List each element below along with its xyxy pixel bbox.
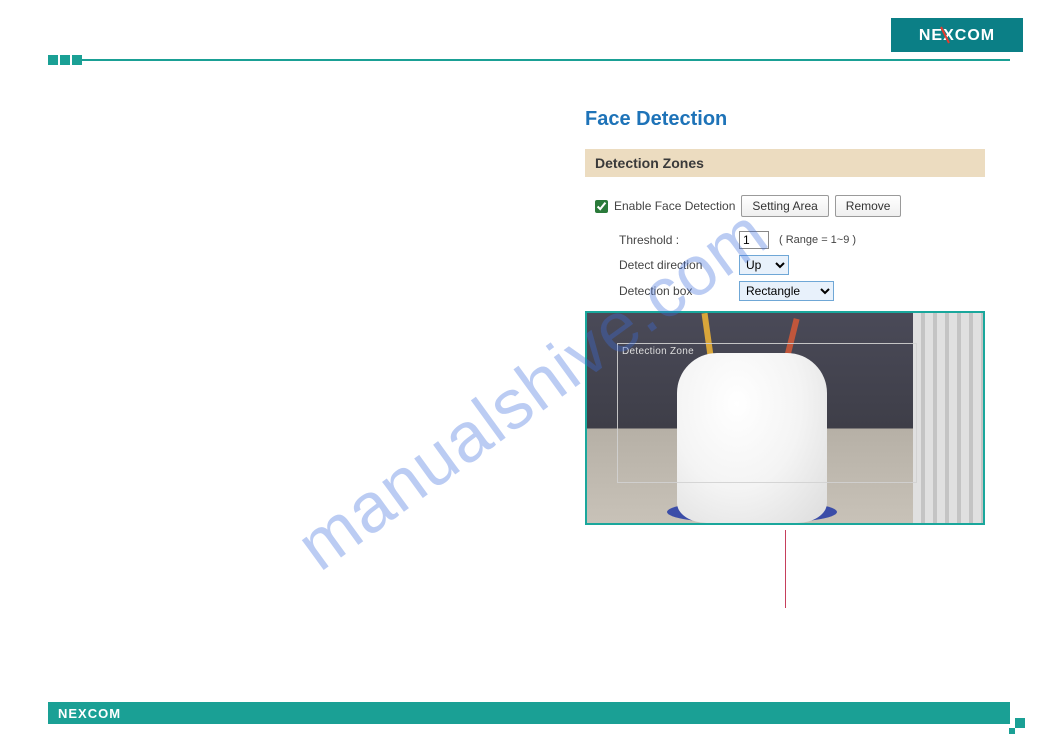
detection-box-label: Detection box: [619, 284, 739, 298]
threshold-input[interactable]: [739, 231, 769, 249]
remove-button[interactable]: Remove: [835, 195, 902, 217]
detection-box-select[interactable]: Rectangle: [739, 281, 834, 301]
brand-logo: NEXCOM: [891, 18, 1023, 52]
detection-zone-label: Detection Zone: [622, 346, 694, 357]
footer-decor: [1011, 718, 1025, 732]
threshold-row: Threshold : ( Range = 1~9 ): [619, 231, 1010, 249]
threshold-label: Threshold :: [619, 233, 739, 247]
decor-square: [48, 55, 58, 65]
header-rule: [80, 59, 1010, 61]
content-panel: Face Detection Detection Zones Enable Fa…: [585, 108, 1010, 525]
footer-bar: NEXCOM: [48, 702, 1010, 724]
decor-square: [1009, 728, 1015, 734]
page-title: Face Detection: [585, 108, 1010, 131]
detection-box-row: Detection box Rectangle: [619, 281, 1010, 301]
brand-text: NEXCOM: [919, 27, 995, 44]
enable-face-detection-checkbox[interactable]: [595, 200, 608, 213]
page-header: NEXCOM: [0, 0, 1063, 70]
enable-label: Enable Face Detection: [614, 199, 735, 213]
footer-brand: NEXCOM: [58, 706, 121, 721]
preview-blinds: [913, 313, 983, 523]
section-header: Detection Zones: [585, 149, 985, 177]
direction-row: Detect direction Up: [619, 255, 1010, 275]
enable-row: Enable Face Detection Setting Area Remov…: [595, 195, 1010, 217]
threshold-range-hint: ( Range = 1~9 ): [779, 234, 856, 246]
preview-image: Detection Zone: [585, 311, 985, 525]
decor-square: [1015, 718, 1025, 728]
setting-area-button[interactable]: Setting Area: [741, 195, 828, 217]
decor-square: [60, 55, 70, 65]
detection-zone-rect[interactable]: Detection Zone: [617, 343, 917, 483]
header-squares: [48, 55, 82, 65]
annotation-pointer-line: [785, 530, 786, 608]
direction-select[interactable]: Up: [739, 255, 789, 275]
direction-label: Detect direction: [619, 258, 739, 272]
